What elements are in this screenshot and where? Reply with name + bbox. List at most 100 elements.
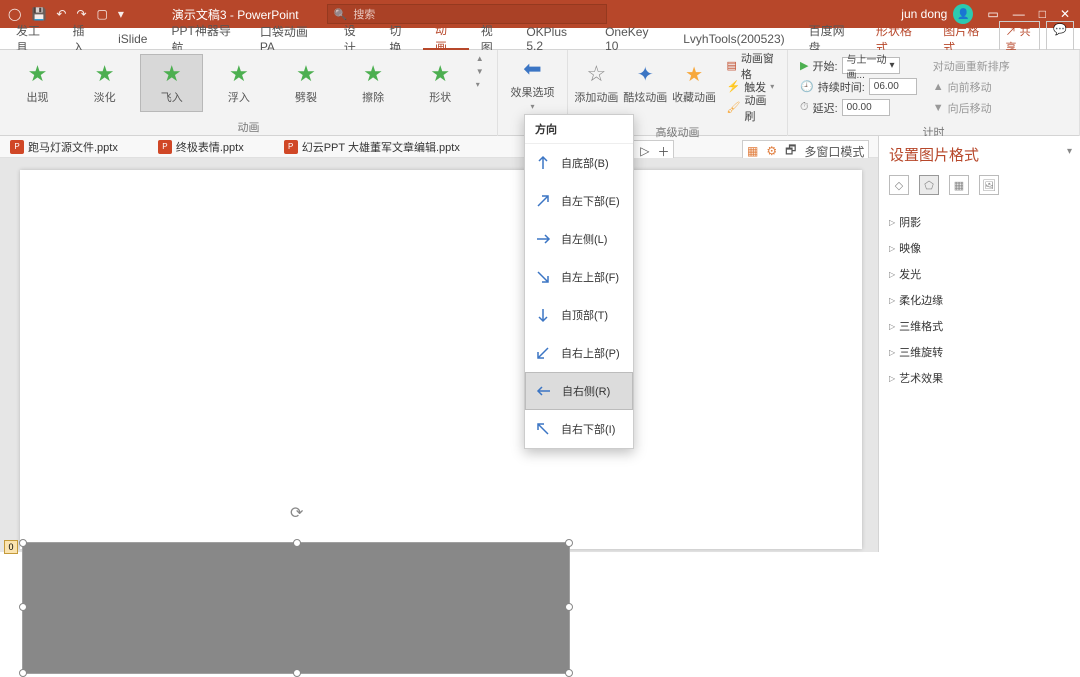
dir-from-bottom[interactable]: 自底部(B) [525, 144, 633, 182]
section-shadow[interactable]: ▷阴影 [889, 209, 1070, 235]
qat-more-icon[interactable]: ▾ [118, 7, 124, 21]
anim-gallery-scroll[interactable]: ▲▼▾ [476, 54, 491, 89]
timing-duration-input[interactable]: 06.00 [869, 78, 917, 95]
section-glow[interactable]: ▷发光 [889, 261, 1070, 287]
format-picture-pane: 设置图片格式 ▾ ◇ ⬠ ▦ 🖼 ▷阴影 ▷映像 ▷发光 ▷柔化边缘 ▷三维格式… [878, 136, 1080, 552]
rotate-handle-icon[interactable]: ⟳ [290, 503, 303, 523]
animation-painter-button[interactable]: 🖌动画刷 [726, 98, 775, 117]
tab-devtools[interactable]: 发工具 [4, 28, 60, 50]
resize-handle-sw[interactable] [19, 669, 27, 677]
sparkle-icon: ✦ [637, 62, 654, 87]
grid-icon[interactable]: ▦ [747, 144, 758, 158]
close-icon[interactable]: ✕ [1060, 7, 1070, 21]
section-artistic[interactable]: ▷艺术效果 [889, 365, 1070, 391]
tab-islide[interactable]: iSlide [106, 28, 159, 50]
pane-dropdown-icon[interactable]: ▾ [1067, 146, 1072, 157]
section-3drotation[interactable]: ▷三维旋转 [889, 339, 1070, 365]
anim-wipe[interactable]: ★擦除 [342, 54, 405, 112]
resize-handle-nw[interactable] [19, 539, 27, 547]
doc-tab-1[interactable]: P跑马灯源文件.pptx [10, 139, 118, 155]
format-sections: ▷阴影 ▷映像 ▷发光 ▷柔化边缘 ▷三维格式 ▷三维旋转 ▷艺术效果 [889, 209, 1070, 391]
dir-from-left[interactable]: 自左侧(L) [525, 220, 633, 258]
timing-start-select[interactable]: 与上一动画... ▾ [842, 57, 900, 74]
move-earlier-button[interactable]: ▲向前移动 [933, 77, 1010, 96]
section-3dformat[interactable]: ▷三维格式 [889, 313, 1070, 339]
dir-from-top[interactable]: 自顶部(T) [525, 296, 633, 334]
resize-handle-n[interactable] [293, 539, 301, 547]
selected-picture-group[interactable] [22, 542, 570, 674]
brush-icon: 🖌 [726, 101, 740, 114]
clock-icon: 🕘 [800, 80, 814, 93]
anim-floatin[interactable]: ★浮入 [207, 54, 270, 112]
tab-insert[interactable]: 插入 [60, 28, 106, 50]
minimize-icon[interactable]: — [1013, 7, 1025, 21]
anim-appear[interactable]: ★出现 [6, 54, 69, 112]
dir-from-top-right[interactable]: 自右上部(P) [525, 334, 633, 372]
tab-shape-format[interactable]: 形状格式 [864, 28, 931, 50]
add-animation-button[interactable]: ☆添加动画 [574, 54, 619, 112]
tab-design[interactable]: 设计 [332, 28, 378, 50]
size-icon[interactable]: ▦ [949, 175, 969, 195]
doc-tab-2[interactable]: P终极表情.pptx [158, 139, 244, 155]
reorder-controls: 对动画重新排序 ▲向前移动 ▼向后移动 [927, 54, 1016, 119]
arrow-down-icon [535, 307, 551, 323]
undo-icon[interactable]: ↶ [56, 7, 66, 21]
ribbon-display-icon[interactable]: ▭ [987, 7, 998, 21]
maximize-icon[interactable]: □ [1039, 7, 1046, 21]
redo-icon[interactable]: ↷ [76, 7, 86, 21]
search-box[interactable]: 🔍 搜索 [327, 4, 607, 24]
play-icon: ▶ [800, 59, 808, 72]
anim-split[interactable]: ★劈裂 [274, 54, 337, 112]
picture-3[interactable] [387, 543, 569, 673]
doc-tab-3[interactable]: P幻云PPT 大雄董军文章编辑.pptx [284, 139, 460, 155]
fav-animation-button[interactable]: ★收藏动画 [672, 54, 717, 112]
cool-animation-button[interactable]: ✦酷炫动画 [623, 54, 668, 112]
window-title: 演示文稿3 - PowerPoint [172, 6, 299, 23]
chevron-up-icon: ▲ [476, 54, 491, 63]
pane-icon: ▤ [726, 59, 736, 72]
section-softedges[interactable]: ▷柔化边缘 [889, 287, 1070, 313]
save-icon[interactable]: 💾 [31, 7, 46, 21]
tab-okplus[interactable]: OKPlus 5.2 [514, 28, 593, 50]
picture-icon[interactable]: 🖼 [979, 175, 999, 195]
gear-icon[interactable]: ⚙ [766, 144, 777, 158]
dir-from-bottom-right[interactable]: 自右下部(I) [525, 410, 633, 448]
nav-right-icon[interactable]: ▷ [640, 144, 649, 158]
tab-picture-format[interactable]: 图片格式 [931, 28, 998, 50]
resize-handle-e[interactable] [565, 603, 573, 611]
autosave-toggle-icon[interactable]: ◯ [8, 7, 21, 21]
ribbon-group-timing: ▶开始:与上一动画... ▾ 🕘持续时间:06.00 ⏱延迟:00.00 对动画… [788, 50, 1080, 136]
tab-view[interactable]: 视图 [469, 28, 515, 50]
dir-from-right[interactable]: 自右侧(R) [525, 372, 633, 410]
tab-lvyh[interactable]: LvyhTools(200523) [671, 28, 796, 50]
add-icon[interactable]: ＋ [657, 143, 669, 160]
effects-icon[interactable]: ⬠ [919, 175, 939, 195]
tab-pocket[interactable]: 口袋动画 PA [248, 28, 332, 50]
resize-handle-s[interactable] [293, 669, 301, 677]
effect-options-button[interactable]: ⬅效果选项▾ [504, 54, 561, 112]
animation-pane-button[interactable]: ▤动画窗格 [726, 56, 775, 75]
dir-from-bottom-left[interactable]: 自左下部(E) [525, 182, 633, 220]
section-reflection[interactable]: ▷映像 [889, 235, 1070, 261]
anim-fade[interactable]: ★淡化 [73, 54, 136, 112]
tab-transition[interactable]: 切换 [377, 28, 423, 50]
slideshow-icon[interactable]: ▢ [97, 7, 108, 21]
tab-pptnav[interactable]: PPT神器导航 [159, 28, 247, 50]
tab-onekey[interactable]: OneKey 10 [593, 28, 671, 50]
resize-handle-ne[interactable] [565, 539, 573, 547]
resize-handle-se[interactable] [565, 669, 573, 677]
arrow-left-icon [536, 383, 552, 399]
picture-1[interactable] [23, 543, 205, 673]
timing-delay-input[interactable]: 00.00 [842, 99, 890, 116]
slide[interactable] [20, 170, 862, 549]
anim-flyin[interactable]: ★飞入 [140, 54, 203, 112]
anim-shape[interactable]: ★形状 [409, 54, 472, 112]
tab-animation[interactable]: 动画 [423, 28, 469, 50]
fill-line-icon[interactable]: ◇ [889, 175, 909, 195]
move-later-button[interactable]: ▼向后移动 [933, 98, 1010, 117]
picture-2[interactable] [205, 543, 387, 673]
resize-handle-w[interactable] [19, 603, 27, 611]
dir-from-top-left[interactable]: 自左上部(F) [525, 258, 633, 296]
tab-baidu[interactable]: 百度网盘 [797, 28, 864, 50]
multiwin-label[interactable]: 多窗口模式 [804, 143, 864, 160]
